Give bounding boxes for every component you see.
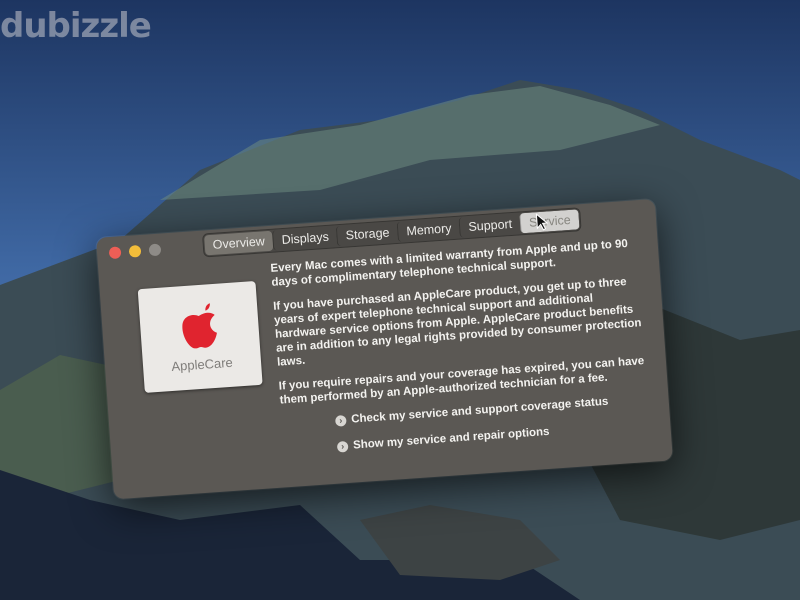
service-description: Every Mac comes with a limited warranty … bbox=[270, 236, 656, 469]
applecare-logo-tile: AppleCare bbox=[137, 280, 263, 393]
system-info-window: Overview Displays Storage Memory Support… bbox=[96, 198, 673, 500]
tab-service[interactable]: Service bbox=[519, 209, 580, 234]
tab-storage[interactable]: Storage bbox=[336, 221, 399, 247]
minimize-button[interactable] bbox=[128, 244, 142, 258]
arrow-right-circle-icon: › bbox=[334, 414, 347, 427]
close-button[interactable] bbox=[108, 246, 122, 260]
applecare-label: AppleCare bbox=[170, 354, 234, 374]
mouse-pointer-icon bbox=[535, 213, 549, 231]
tab-overview[interactable]: Overview bbox=[204, 230, 274, 256]
tab-support[interactable]: Support bbox=[458, 213, 521, 238]
arrow-right-circle-icon: › bbox=[336, 440, 349, 453]
dubizzle-watermark: dubizzle bbox=[0, 6, 152, 46]
tab-memory[interactable]: Memory bbox=[396, 217, 461, 242]
applecare-paragraph: If you have purchased an AppleCare produ… bbox=[272, 276, 642, 369]
window-controls bbox=[108, 243, 162, 260]
tab-displays[interactable]: Displays bbox=[272, 226, 338, 251]
apple-logo-icon bbox=[182, 302, 217, 348]
repair-options-label: Show my service and repair options bbox=[352, 425, 550, 452]
zoom-button[interactable] bbox=[148, 243, 162, 257]
